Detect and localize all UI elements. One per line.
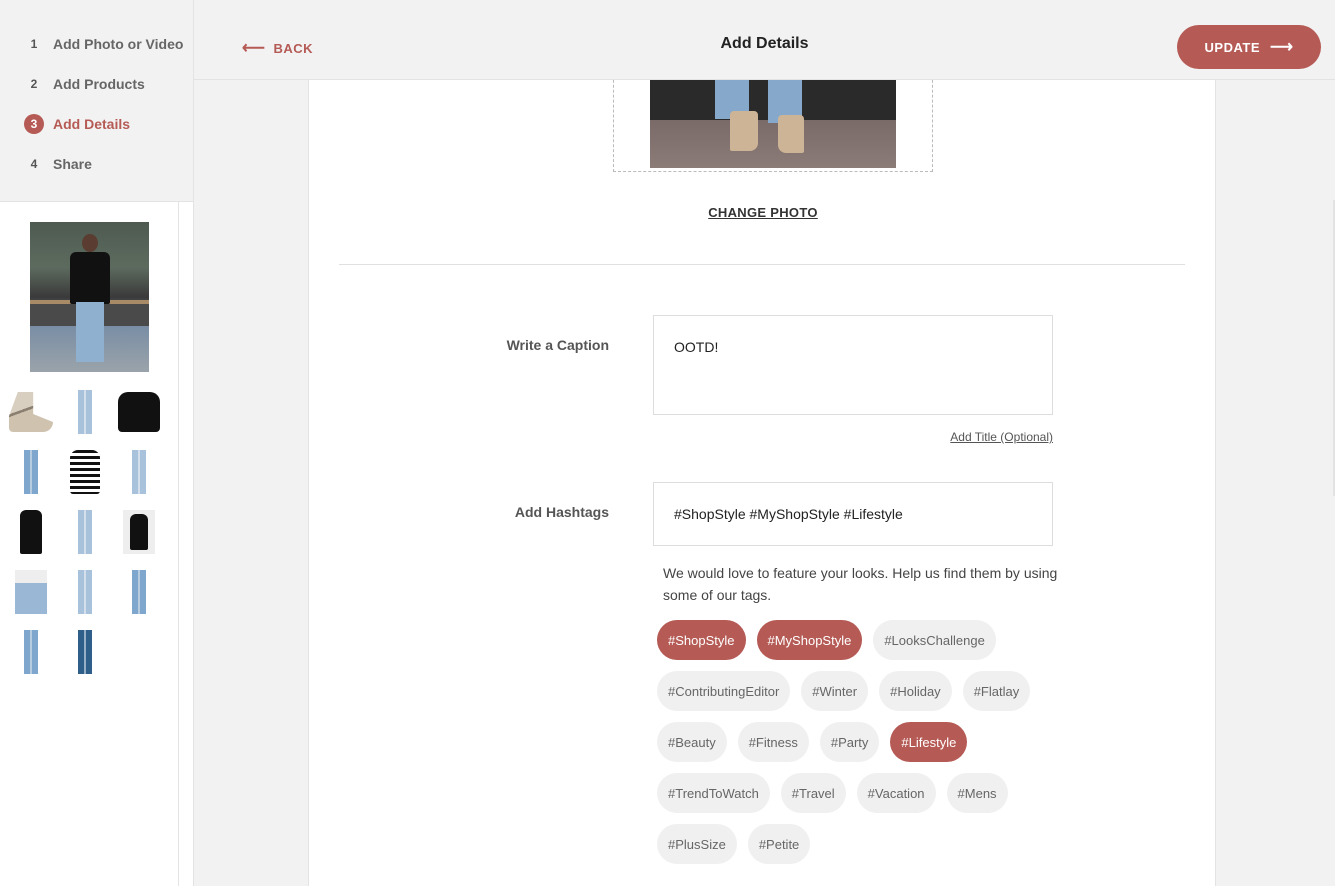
product-thumbnail[interactable] [112,570,166,614]
product-thumbnail[interactable] [112,390,166,434]
step-number: 1 [30,37,38,51]
update-button[interactable]: UPDATE ⟶ [1177,25,1321,69]
step-add-details[interactable]: 3 Add Details [0,104,193,144]
product-thumbnail[interactable] [58,450,112,494]
step-label: Add Products [53,76,145,92]
page-title: Add Details [720,35,809,52]
update-label: UPDATE [1204,39,1261,55]
product-thumbnail[interactable] [112,450,166,494]
hashtags-label: Add Hashtags [514,504,609,520]
divider [339,264,1185,265]
hashtag-chip[interactable]: #Travel [780,773,846,813]
hashtag-chip[interactable]: #Mens [946,773,1008,813]
hashtag-chip[interactable]: #Lifestyle [890,722,968,762]
product-thumbnail[interactable] [4,390,58,434]
step-label: Add Photo or Video [53,36,184,52]
product-thumbnail[interactable] [4,450,58,494]
change-photo-link[interactable]: CHANGE PHOTO [309,205,1217,220]
arrow-right-icon: ⟶ [1270,39,1294,56]
sidebar-scrollbar[interactable] [178,202,179,886]
product-thumbnail[interactable] [112,510,166,554]
hashtag-chip[interactable]: #Holiday [879,671,952,711]
hashtags-input[interactable]: #ShopStyle #MyShopStyle #Lifestyle [653,482,1053,546]
hashtag-chip[interactable]: #Flatlay [962,671,1031,711]
step-list: 1 Add Photo or Video 2 Add Products 3 Ad… [0,0,193,202]
product-grid [4,390,166,674]
step-label: Add Details [53,116,131,132]
hashtag-chip[interactable]: #PlusSize [657,824,737,864]
step-share[interactable]: 4 Share [0,144,193,184]
look-photo-thumbnail [30,222,149,372]
step-add-photo[interactable]: 1 Add Photo or Video [0,24,193,64]
sidebar: 1 Add Photo or Video 2 Add Products 3 Ad… [0,0,194,886]
caption-label: Write a Caption [506,337,609,353]
hashtag-chip[interactable]: #Petite [747,824,811,864]
hashtag-chip[interactable]: #Beauty [657,722,727,762]
product-thumbnail[interactable] [58,390,112,434]
product-thumbnail[interactable] [58,630,112,674]
add-title-link[interactable]: Add Title (Optional) [653,430,1053,444]
product-thumbnail[interactable] [4,510,58,554]
hashtag-chip[interactable]: #LooksChallenge [873,620,996,660]
product-thumbnail[interactable] [58,510,112,554]
product-thumbnail[interactable] [58,570,112,614]
product-thumbnail[interactable] [4,630,58,674]
step-add-products[interactable]: 2 Add Products [0,64,193,104]
hashtag-chip[interactable]: #ShopStyle [657,620,746,660]
product-thumbnail[interactable] [4,570,58,614]
hashtag-chip[interactable]: #Vacation [856,773,936,813]
hashtag-chip[interactable]: #Fitness [737,722,809,762]
look-preview [0,202,193,886]
hashtag-chip[interactable]: #Winter [801,671,869,711]
hashtag-chip[interactable]: #ContributingEditor [657,671,791,711]
step-label: Share [53,156,92,172]
hashtags-help-text: We would love to feature your looks. Hel… [663,565,1058,603]
caption-textarea[interactable]: OOTD! [653,315,1053,415]
step-number: 4 [30,157,38,171]
hashtag-chip[interactable]: #MyShopStyle [756,620,863,660]
hashtag-chip[interactable]: #Party [819,722,880,762]
hashtag-chip[interactable]: #TrendToWatch [657,773,770,813]
step-number: 2 [30,77,38,91]
step-number: 3 [24,114,44,134]
top-bar: ⟵ BACK Add Details UPDATE ⟶ [194,0,1335,80]
suggested-tags: #ShopStyle #MyShopStyle #LooksChallenge #Co… [657,620,1077,864]
details-panel: CHANGE PHOTO Write a Caption OOTD! Add T… [308,0,1216,886]
